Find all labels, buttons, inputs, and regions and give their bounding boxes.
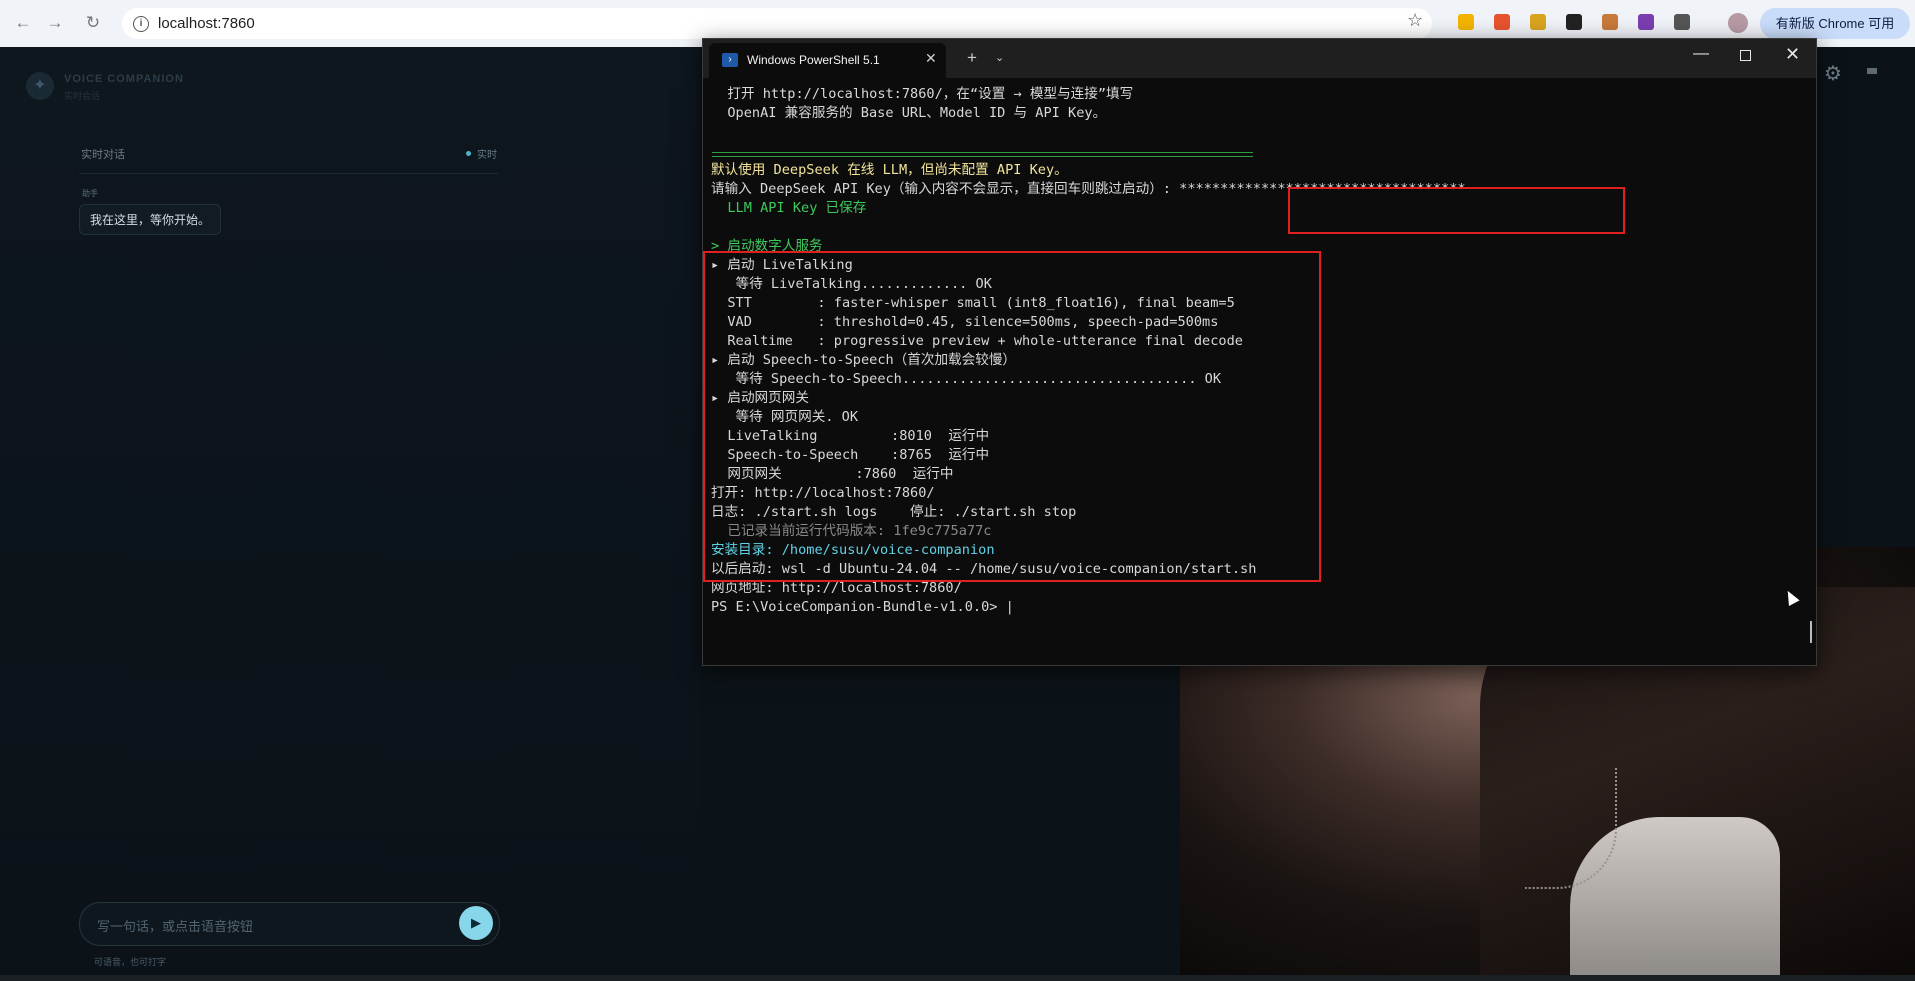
settings-gear-icon[interactable]: ⚙ — [1824, 61, 1842, 86]
site-info-icon[interactable]: i — [133, 16, 149, 32]
service-startup-highlight-box — [703, 251, 1321, 582]
maximize-icon[interactable] — [1740, 50, 1751, 61]
minimize-icon[interactable]: — — [1693, 45, 1709, 63]
new-tab-plus-icon[interactable]: + — [967, 48, 977, 68]
brand-subtitle: 实时会话 — [64, 91, 101, 101]
menu-icon[interactable] — [1867, 68, 1877, 74]
live-status-dot — [466, 151, 471, 156]
extensions-puzzle-icon[interactable] — [1674, 14, 1690, 30]
input-hint: 可语音，也可打字 — [94, 957, 167, 967]
assistant-message: 我在这里，等你开始。 — [79, 204, 221, 235]
message-role: 助手 — [82, 189, 98, 198]
divider — [79, 173, 498, 174]
input-placeholder: 写一句话，或点击语音按钮 — [97, 919, 254, 934]
chrome-update-button[interactable]: 有新版 Chrome 可用 — [1760, 8, 1910, 39]
extension-icon[interactable] — [1566, 14, 1582, 30]
terminal-scrollbar[interactable] — [1810, 621, 1812, 643]
chevron-down-icon[interactable]: ⌄ — [995, 51, 1004, 64]
taskbar-strip — [0, 975, 1915, 981]
extension-icon[interactable] — [1602, 14, 1618, 30]
powershell-tab[interactable]: › Windows PowerShell 5.1 ✕ — [709, 43, 946, 78]
tab-close-icon[interactable]: ✕ — [925, 50, 937, 67]
powershell-window: › Windows PowerShell 5.1 ✕ + ⌄ — ✕ 打开 ht… — [702, 38, 1817, 666]
chat-title: 实时对话 — [81, 149, 125, 161]
send-button[interactable]: ▶ — [459, 906, 493, 940]
brand-name: VOICE COMPANION — [64, 73, 184, 85]
forward-icon[interactable]: → — [44, 12, 66, 34]
live-status-label: 实时 — [477, 150, 497, 161]
url-text[interactable]: localhost:7860 — [158, 15, 255, 32]
extension-icon[interactable] — [1638, 14, 1654, 30]
api-key-highlight-box — [1288, 187, 1625, 234]
extension-icon[interactable] — [1458, 14, 1474, 30]
terminal-line: OpenAI 兼容服务的 Base URL、Model ID 与 API Key… — [711, 105, 1107, 121]
reload-icon[interactable]: ↻ — [82, 12, 104, 34]
close-window-icon[interactable]: ✕ — [1785, 44, 1800, 65]
terminal-line: PS E:\VoiceCompanion-Bundle-v1.0.0> | — [711, 599, 1014, 615]
address-bar[interactable]: i localhost:7860 — [122, 8, 1432, 39]
extension-icon[interactable] — [1530, 14, 1546, 30]
bookmark-star-icon[interactable]: ☆ — [1407, 10, 1423, 31]
chat-panel: ✦ VOICE COMPANION 实时会话 实时对话 实时 助手 我在这里，等… — [0, 47, 700, 975]
back-icon[interactable]: ← — [12, 12, 34, 34]
message-input[interactable]: 写一句话，或点击语音按钮 — [79, 902, 500, 946]
brand-logo-icon: ✦ — [26, 72, 54, 100]
extension-icon[interactable] — [1494, 14, 1510, 30]
terminal-line: 打开 http://localhost:7860/，在“设置 → 模型与连接”填… — [711, 86, 1134, 102]
tab-title: Windows PowerShell 5.1 — [747, 53, 880, 67]
profile-avatar[interactable] — [1728, 13, 1748, 33]
powershell-titlebar: › Windows PowerShell 5.1 ✕ + ⌄ — ✕ — [703, 39, 1816, 78]
mouse-cursor-icon — [1782, 588, 1800, 606]
terminal-line: 默认使用 DeepSeek 在线 LLM，但尚未配置 API Key。 — [711, 162, 1068, 178]
powershell-icon: › — [722, 53, 738, 67]
